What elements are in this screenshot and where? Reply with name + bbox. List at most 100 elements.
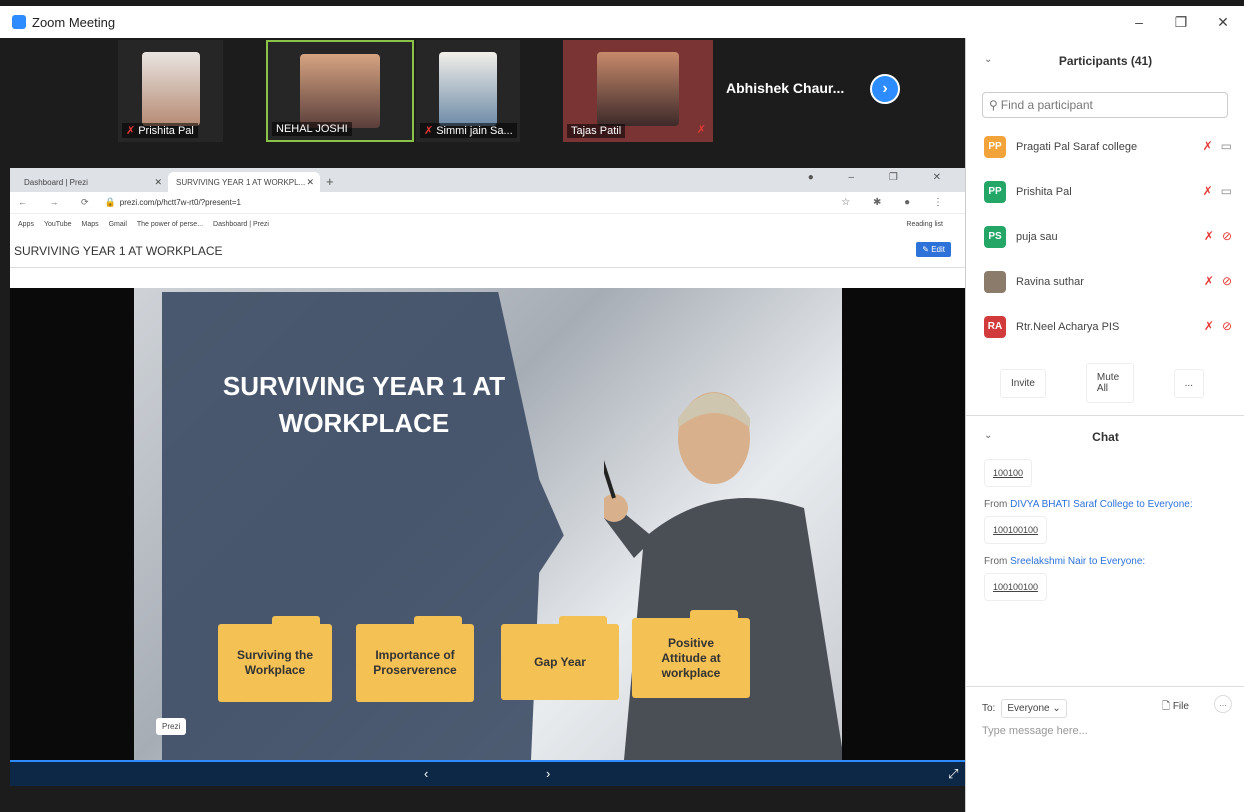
browser-tab-bar: Dashboard | Prezi ✕ SURVIVING YEAR 1 AT W… [10,168,965,192]
tile-name: ✗ Prishita Pal [122,123,198,138]
topic-box-importance[interactable]: Importance of Proserverence [356,616,474,702]
chat-sender-line: From Sreelakshmi Nair to Everyone: [984,556,1146,567]
participant-row[interactable]: RA Rtr.Neel Acharya PIS ✗ ⊘ [966,304,1244,349]
tile-name: NEHAL JOSHI [272,122,352,136]
bookmarks-bar: Apps YouTube Maps Gmail The power of per… [10,214,965,234]
participant-row[interactable]: Ravina suthar ✗ ⊘ [966,259,1244,304]
more-button[interactable]: ... [1173,368,1204,398]
avatar: RA [984,315,1006,338]
participant-video [300,54,380,128]
maximize-button[interactable]: ❐ [1160,6,1202,38]
tile-name: ✗ Simmi jain Sa... [420,123,517,138]
mute-all-button[interactable]: Mute All [1085,363,1134,403]
bookmark-gmail[interactable]: Gmail [109,221,127,228]
bookmark-youtube[interactable]: YouTube [44,221,72,228]
topic-box-surviving[interactable]: Surviving the Workplace [218,616,332,702]
participant-list: PP Pragati Pal Saraf college ✗ ▭ PP Prish… [966,124,1244,349]
invite-button[interactable]: Invite [1000,368,1046,398]
zoom-logo-icon [12,15,26,29]
close-button[interactable]: ✕ [1202,6,1244,38]
participants-title: Participants (41) [1058,54,1153,68]
address-bar[interactable]: ← → ⟳ 🔒 prezi.com/p/hctt7w-rt0/?present=… [10,192,965,214]
presentation-nav-bar: ‹ › ⤢ [10,760,965,786]
close-tab-icon[interactable]: ✕ [154,177,162,188]
chat-to-label: To: Everyone ⌄ [982,699,1067,718]
muted-mic-icon[interactable]: ✗ [1203,184,1213,198]
chat-messages: 100100 From DIVYA BHATI Saraf College to… [966,459,1244,601]
prev-slide-button[interactable]: ‹ [424,766,428,781]
participant-name: Ravina suthar [1016,275,1084,288]
sender-name[interactable]: DIVYA BHATI Saraf College [1010,499,1134,510]
participant-name: Pragati Pal Saraf college [1016,140,1138,153]
browser-tab-active[interactable]: SURVIVING YEAR 1 AT WORKPL... ✕ [168,172,320,192]
search-icon: ⚲ [989,98,998,112]
video-icon[interactable]: ▭ [1221,184,1232,198]
avatar [984,270,1006,293]
browser-tab[interactable]: Dashboard | Prezi ✕ [16,172,168,192]
file-button[interactable]: 🗋 File [1162,699,1189,716]
presentation-view: SURVIVING YEAR 1 AT WORKPLACE Surviving … [10,288,965,760]
participant-row[interactable]: PP Pragati Pal Saraf college ✗ ▭ [966,124,1244,169]
browser-action-icons[interactable]: ☆ ✱ ● ⋮ [841,197,953,208]
window-title: Zoom Meeting [32,14,116,30]
video-tile-active[interactable]: NEHAL JOSHI [266,40,414,142]
prezi-header: SURVIVING YEAR 1 AT WORKPLACE ✎ Edit [10,234,965,268]
video-icon[interactable]: ▭ [1221,139,1232,153]
minimize-button[interactable]: – [1118,6,1160,38]
participant-row[interactable]: PS puja sau ✗ ⊘ [966,214,1244,259]
more-options-button[interactable]: ... [1214,695,1232,713]
bookmark-power-of-persuasion[interactable]: The power of perse... [137,221,203,228]
topic-box-positive-attitude[interactable]: Positive Attitude at workplace [632,610,750,698]
sender-name[interactable]: Sreelakshmi Nair [1010,556,1086,567]
edit-button[interactable]: ✎ Edit [916,242,951,257]
participant-status: ✗ ⊘ [1204,319,1232,333]
video-off-icon[interactable]: ⊘ [1222,319,1232,333]
reading-list[interactable]: Reading list [906,221,943,228]
video-tile[interactable]: ✗ Prishita Pal [118,40,223,142]
video-tile[interactable]: ✗ Simmi jain Sa... [416,40,520,142]
chat-message: 100100100 [984,516,1048,544]
close-tab-icon[interactable]: ✕ [306,177,314,188]
muted-mic-icon: ✗ [696,124,706,136]
muted-mic-icon[interactable]: ✗ [1204,229,1214,243]
lock-icon: 🔒 [104,197,116,207]
browser-window-controls[interactable]: ● – ❐ ✕ [808,172,957,183]
chat-sender-line: From DIVYA BHATI Saraf College to Everyo… [984,499,1193,510]
participant-status: ✗ ⊘ [1204,229,1232,243]
bookmark-prezi-dashboard[interactable]: Dashboard | Prezi [213,221,269,228]
participant-video [597,52,679,126]
participant-status: ✗ ▭ [1203,184,1232,198]
video-off-icon[interactable]: ⊘ [1222,274,1232,288]
participant-row[interactable]: PP Prishita Pal ✗ ▭ [966,169,1244,214]
video-tile[interactable]: Tajas Patil ✗ [563,40,713,142]
participant-name: Prishita Pal [1016,185,1072,198]
bookmark-maps[interactable]: Maps [81,221,98,228]
window-controls: – ❐ ✕ [1118,6,1244,38]
muted-mic-icon: ✗ [424,125,434,137]
file-icon: 🗋 [1162,701,1171,712]
url-text[interactable]: prezi.com/p/hctt7w-rt0/?present=1 [120,198,241,207]
chevron-right-icon[interactable]: › [870,74,900,104]
participant-name: Rtr.Neel Acharya PIS [1016,320,1120,333]
tile-name: Tajas Patil [567,124,626,138]
meeting-area: ✗ Prishita Pal NEHAL JOSHI ✗ Simmi jain Sa… [0,38,965,812]
recipient-select[interactable]: Everyone ⌄ [1001,699,1067,718]
new-tab-icon[interactable]: + [326,174,334,189]
topic-box-gap-year[interactable]: Gap Year [501,616,619,700]
muted-mic-icon[interactable]: ✗ [1203,139,1213,153]
browser-nav-icons[interactable]: ← → ⟳ [18,197,99,208]
message-input[interactable]: Type message here... [982,725,1088,737]
participant-search-input[interactable]: ⚲ Find a participant [982,92,1228,118]
muted-mic-icon[interactable]: ✗ [1204,274,1214,288]
prezi-badge[interactable]: Prezi [156,718,187,735]
muted-mic-icon[interactable]: ✗ [1204,319,1214,333]
chat-compose: To: Everyone ⌄ 🗋 File ... Type message he… [966,686,1244,812]
participant-video [141,52,200,126]
next-slide-button[interactable]: › [546,766,550,781]
slide-title: SURVIVING YEAR 1 AT WORKPLACE [222,371,506,438]
video-off-icon[interactable]: ⊘ [1222,229,1232,243]
avatar: PP [984,135,1006,158]
fullscreen-icon[interactable]: ⤢ [948,766,958,782]
avatar: PS [984,225,1006,248]
bookmark-apps[interactable]: Apps [18,221,34,228]
